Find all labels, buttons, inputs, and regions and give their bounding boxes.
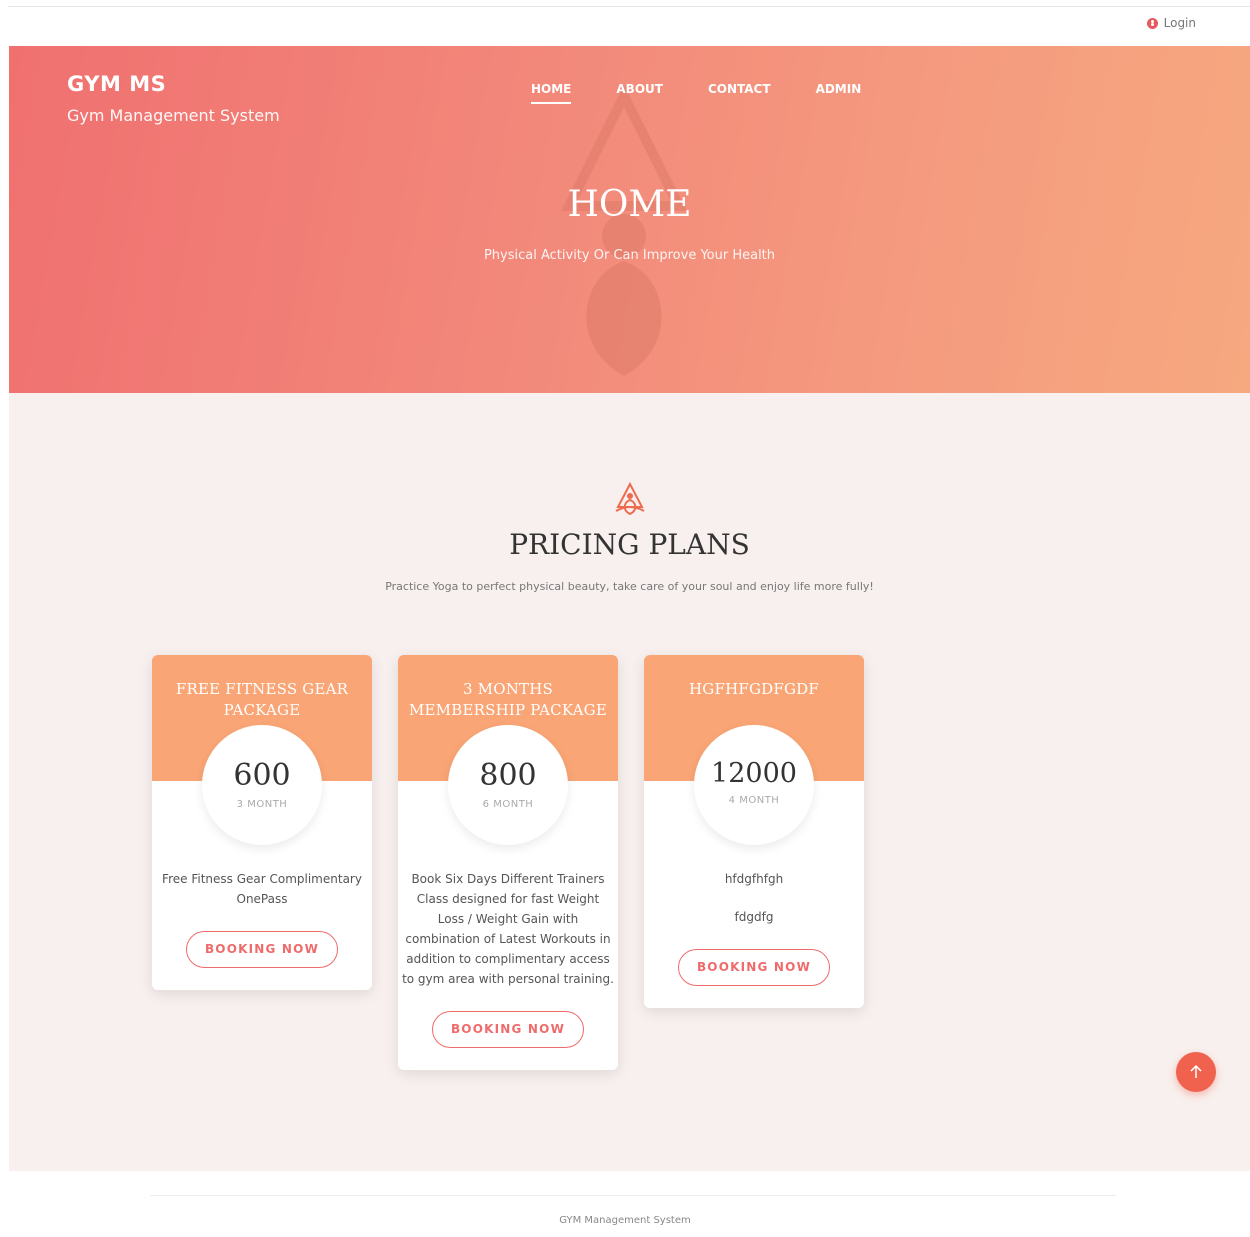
pricing-card: HGFHFGDFGDF 12000 4 MONTH hfdgfhfgh fdgd… xyxy=(644,655,864,1008)
booking-now-button[interactable]: BOOKING NOW xyxy=(186,931,338,968)
section-subtitle: Practice Yoga to perfect physical beauty… xyxy=(385,580,874,593)
yoga-lotus-icon xyxy=(615,481,645,516)
nav-item-home[interactable]: HOME xyxy=(531,82,572,104)
booking-now-button[interactable]: BOOKING NOW xyxy=(432,1011,584,1048)
footer-text: GYM Management System xyxy=(559,1215,691,1226)
plan-description-line: hfdgfhfgh xyxy=(724,872,784,886)
pricing-section: PRICING PLANS Practice Yoga to perfect p… xyxy=(9,393,1250,1171)
brand[interactable]: GYM MS Gym Management System xyxy=(67,72,280,125)
brand-subtitle: Gym Management System xyxy=(67,106,280,125)
back-to-top-button[interactable] xyxy=(1176,1052,1216,1092)
top-divider xyxy=(8,6,1250,7)
plan-description-line: Free Fitness Gear Complimentary OnePass xyxy=(162,872,362,906)
arrow-up-icon xyxy=(1190,1064,1202,1078)
login-label: Login xyxy=(1163,16,1196,30)
plan-description: Book Six Days Different Trainers Class d… xyxy=(402,869,614,989)
plan-period: 6 MONTH xyxy=(482,799,534,810)
hero-tagline: Physical Activity Or Can Improve Your He… xyxy=(483,248,776,263)
plan-period: 3 MONTH xyxy=(236,799,288,810)
pricing-card: 3 MONTHS MEMBERSHIP PACKAGE 800 6 MONTH … xyxy=(398,655,618,1070)
hero-banner: GYM MS Gym Management System HOME ABOUT … xyxy=(9,46,1250,393)
section-title: PRICING PLANS xyxy=(509,528,750,561)
footer-divider xyxy=(150,1195,1116,1196)
plan-period: 4 MONTH xyxy=(728,795,780,806)
yoga-figure-watermark xyxy=(560,86,688,376)
plan-price: 800 xyxy=(479,758,537,793)
plan-price: 600 xyxy=(233,758,291,793)
nav-item-about[interactable]: ABOUT xyxy=(616,82,663,104)
brand-name: GYM MS xyxy=(67,72,167,96)
pricing-card: FREE FITNESS GEAR PACKAGE 600 3 MONTH Fr… xyxy=(152,655,372,990)
page-title: HOME xyxy=(567,184,692,225)
user-icon xyxy=(1146,17,1158,29)
plan-description-line: fdgdfg xyxy=(734,910,774,924)
main-nav: HOME ABOUT CONTACT ADMIN xyxy=(531,82,906,104)
login-link[interactable]: Login xyxy=(1146,16,1196,30)
footer: GYM Management System xyxy=(0,1171,1250,1237)
plan-description: Free Fitness Gear Complimentary OnePass xyxy=(156,869,368,909)
price-circle: 600 3 MONTH xyxy=(202,725,322,845)
price-circle: 800 6 MONTH xyxy=(448,725,568,845)
plan-description: hfdgfhfgh fdgdfg xyxy=(648,869,860,927)
nav-item-admin[interactable]: ADMIN xyxy=(816,82,862,104)
plan-description-line: Book Six Days Different Trainers Class d… xyxy=(402,872,614,986)
price-circle: 12000 4 MONTH xyxy=(694,725,814,845)
plan-price: 12000 xyxy=(711,758,797,789)
booking-now-button[interactable]: BOOKING NOW xyxy=(678,949,830,986)
top-bar: Login xyxy=(0,0,1250,46)
nav-item-contact[interactable]: CONTACT xyxy=(708,82,771,104)
